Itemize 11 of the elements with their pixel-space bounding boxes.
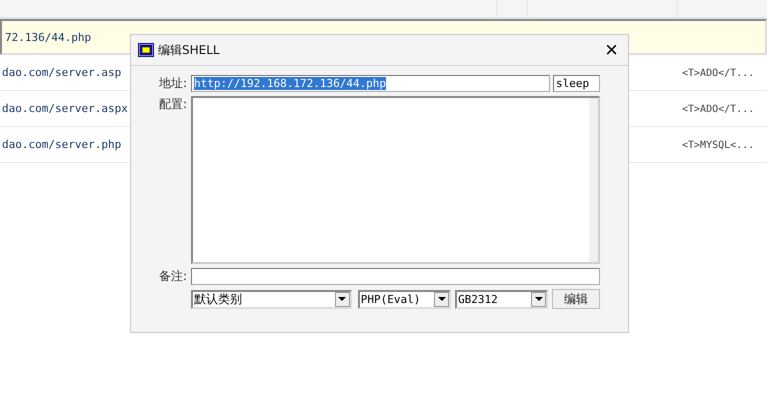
table-cell: dao.com/server.asp: [2, 66, 122, 79]
table-cell: <T>MYSQL<...: [682, 140, 754, 151]
window-title: 编辑SHELL: [158, 42, 220, 58]
field-label: 配置:: [158, 96, 187, 113]
table-cell: dao.com/server.php: [2, 138, 122, 151]
field-label: 备注:: [158, 268, 187, 285]
table-cell: 72.136/44.php: [5, 30, 92, 44]
field-label: 地址:: [158, 75, 187, 92]
table-cell: <T>ADO</T...: [682, 104, 754, 115]
table-cell: <T>ADO</T...: [682, 68, 754, 79]
table-cell: dao.com/server.aspx: [2, 102, 128, 115]
